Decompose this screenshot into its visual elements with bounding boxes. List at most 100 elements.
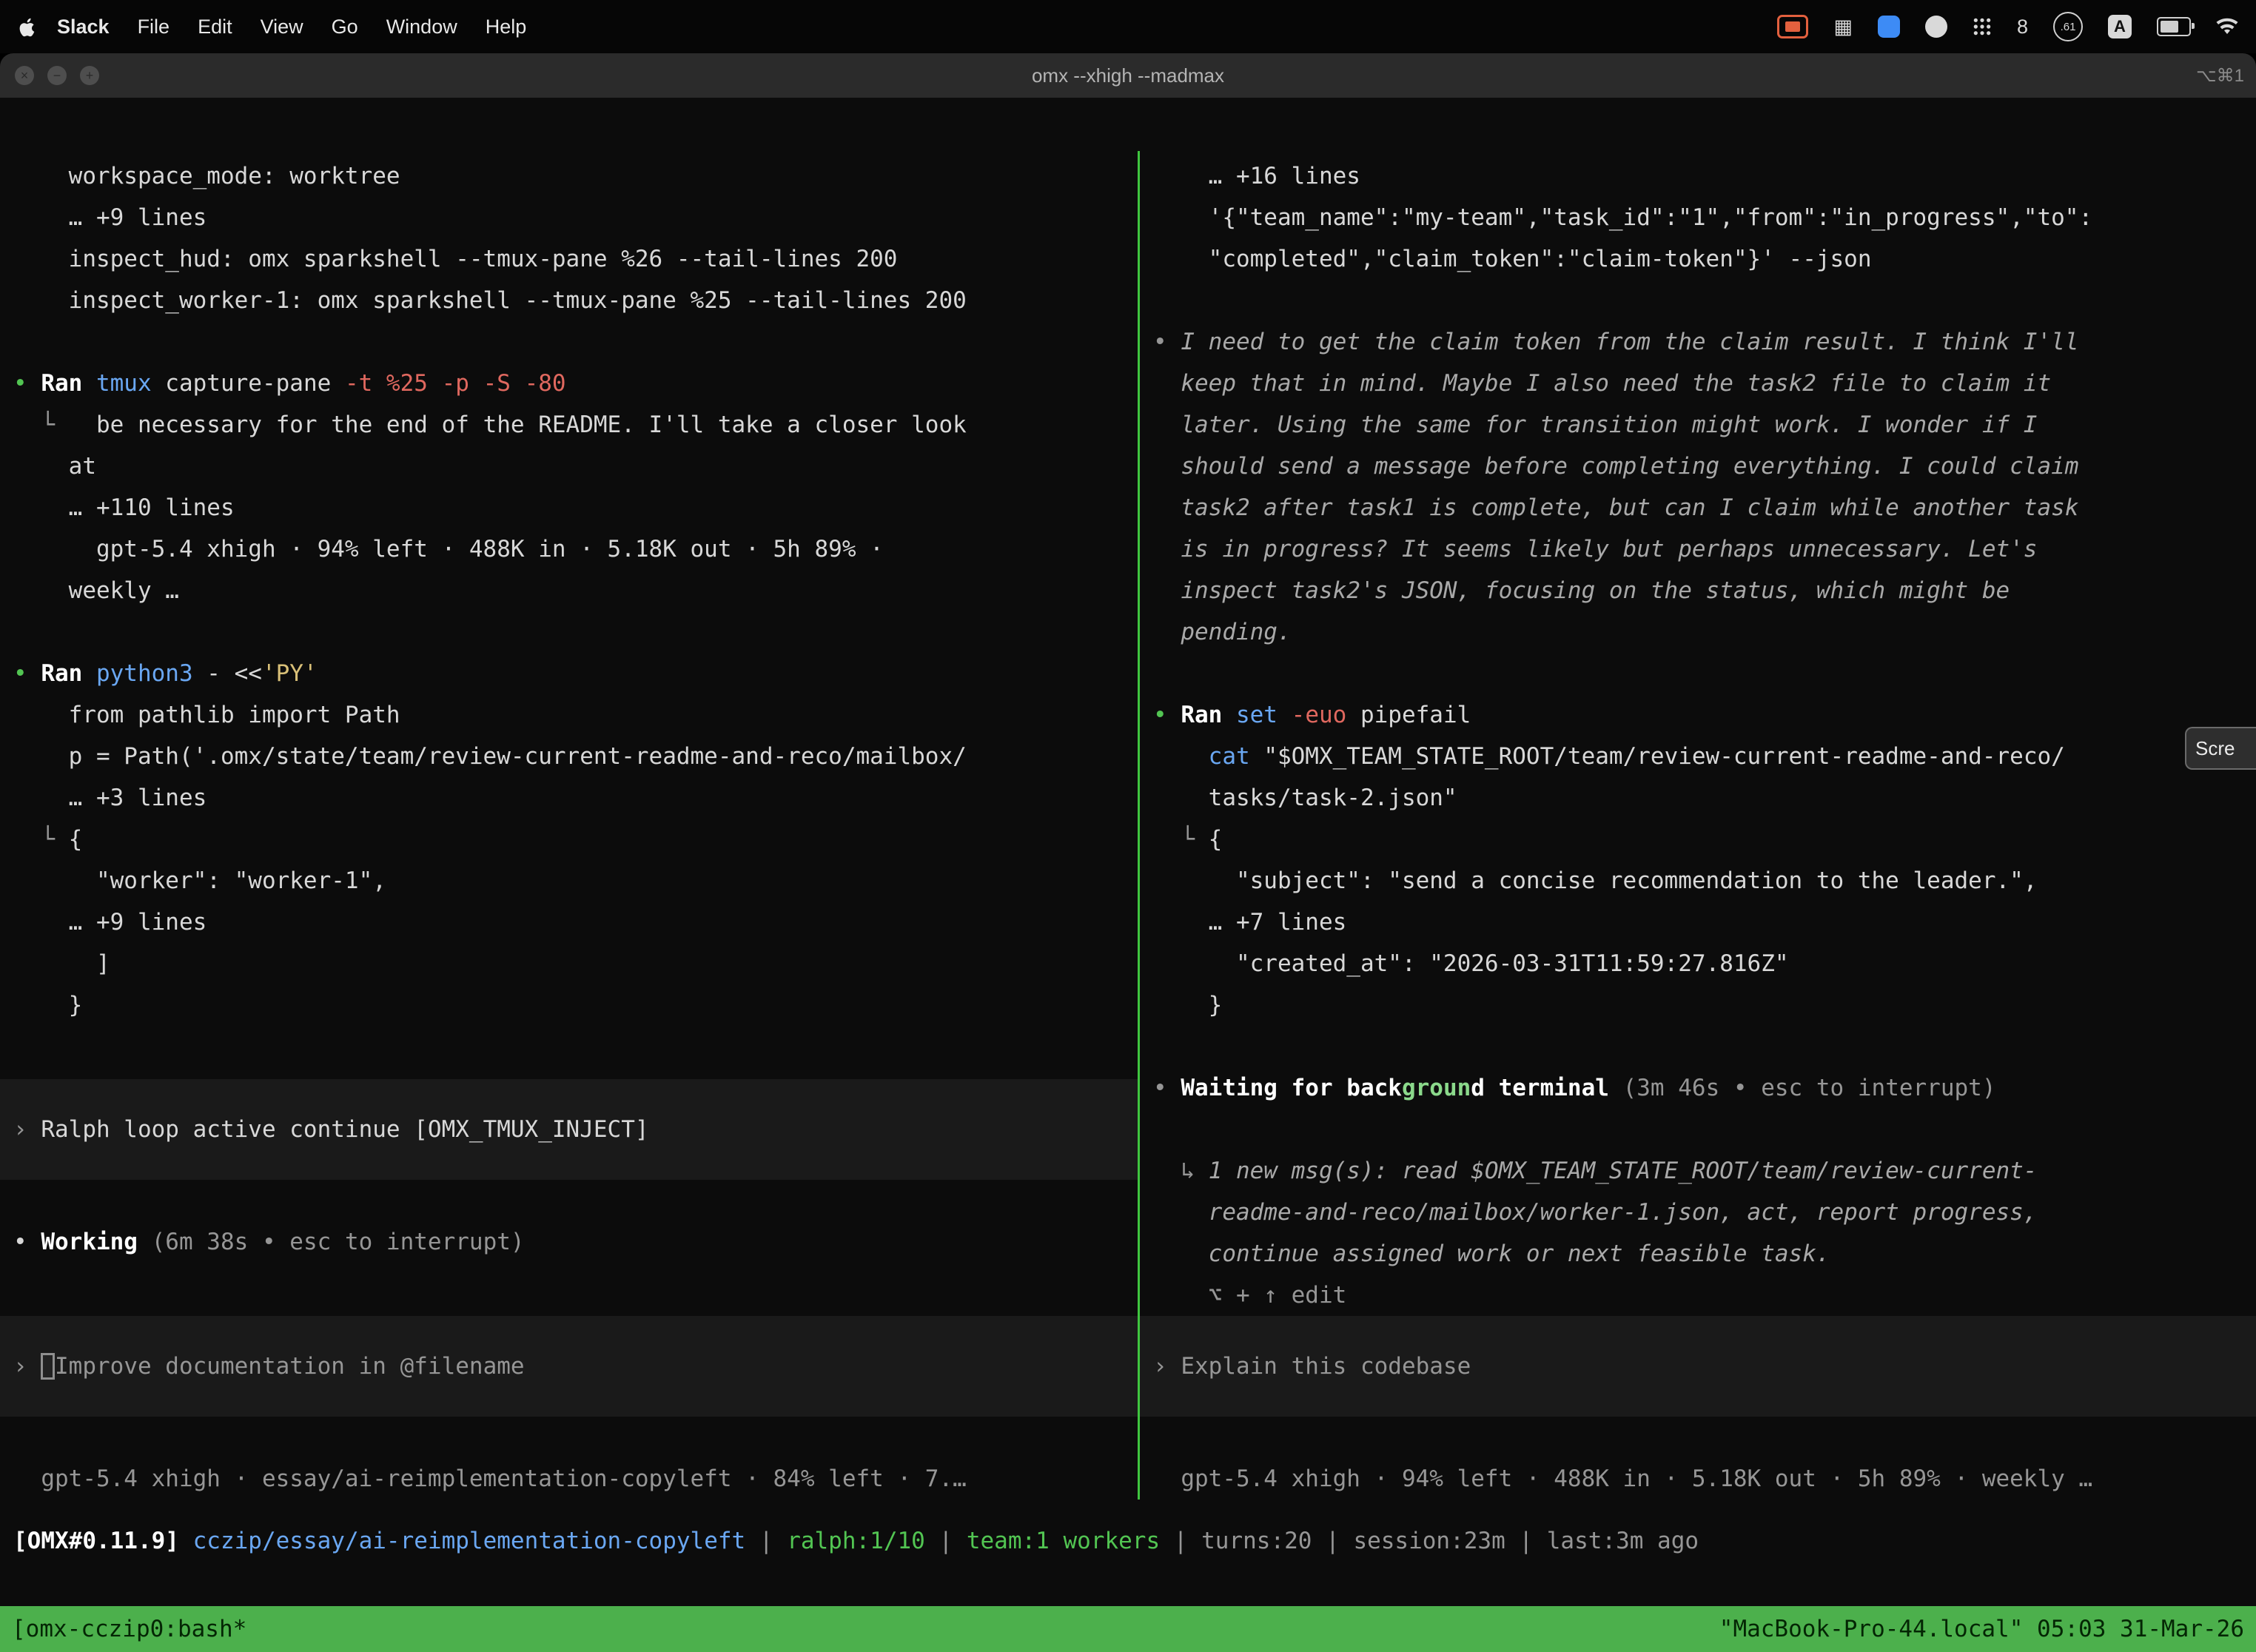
- prompt-band[interactable]: › Improve documentation in @filename: [0, 1316, 1138, 1417]
- terminal-text: is in progress? It seems likely but perh…: [1181, 536, 2037, 563]
- menu-item-help[interactable]: Help: [471, 16, 541, 38]
- terminal-line: p = Path('.omx/state/team/review-current…: [0, 736, 1138, 777]
- prompt-band[interactable]: › Ralph loop active continue [OMX_TMUX_I…: [0, 1079, 1138, 1180]
- close-button[interactable]: ×: [15, 66, 34, 85]
- omx-status-segment: team:1 workers: [967, 1528, 1160, 1554]
- terminal-line: ↳ 1 new msg(s): read $OMX_TEAM_STATE_ROO…: [1140, 1150, 2256, 1192]
- terminal-text: [1153, 453, 1181, 480]
- terminal-text: •: [1153, 1075, 1181, 1101]
- terminal-line: └ {: [1140, 819, 2256, 860]
- menu-bar: Slack File Edit View Go Window Help ▦ 8 …: [0, 0, 2256, 53]
- round-app-icon[interactable]: [1925, 16, 1947, 38]
- terminal-text: later. Using the same for transition mig…: [1181, 412, 2037, 438]
- terminal-text: ›: [1153, 1353, 1181, 1380]
- terminal-text: … +9 lines: [13, 909, 207, 936]
- terminal-text: (3m 46s • esc to interrupt): [1609, 1075, 1996, 1101]
- terminal-line: [1140, 1026, 2256, 1067]
- terminal-line: cat "$OMX_TEAM_STATE_ROOT/team/review-cu…: [1140, 736, 2256, 777]
- terminal-text: capture-pane: [152, 370, 345, 397]
- terminal-line: "worker": "worker-1",: [0, 860, 1138, 901]
- battery-icon[interactable]: [2157, 17, 2191, 36]
- terminal-text: [1153, 743, 1209, 770]
- terminal-text: [1153, 577, 1181, 604]
- pane-container: workspace_mode: worktree … +9 lines insp…: [0, 151, 2256, 1500]
- screen-share-overlay[interactable]: Scre: [2185, 727, 2256, 770]
- menu-item-file[interactable]: File: [124, 16, 184, 38]
- terminal-line: … +9 lines: [0, 901, 1138, 943]
- terminal-text: should send a message before completing …: [1181, 453, 2078, 480]
- terminal-line: › Explain this codebase: [1140, 1346, 2256, 1387]
- input-source-icon[interactable]: A: [2108, 15, 2132, 38]
- left-pane[interactable]: workspace_mode: worktree … +9 lines insp…: [0, 151, 1138, 1500]
- terminal-text: [1153, 370, 1181, 397]
- terminal-text: weekly …: [13, 577, 179, 604]
- terminal-text: Ran: [1181, 702, 1236, 728]
- terminal-line: gpt-5.4 xhigh · essay/ai-reimplementatio…: [0, 1458, 1138, 1500]
- battery-percent-badge-icon[interactable]: .61: [2053, 12, 2083, 41]
- terminal-text: "subject": "send a concise recommendatio…: [1153, 867, 2037, 894]
- omx-status-segment: cczip/essay/ai-reimplementation-copyleft: [193, 1528, 746, 1554]
- screen-recording-stop-icon[interactable]: [1777, 15, 1808, 38]
- terminal-text: … +110 lines: [13, 494, 235, 521]
- terminal-line: • Working (6m 38s • esc to interrupt): [0, 1221, 1138, 1263]
- terminal-text: -t %25 -p -S -80: [345, 370, 566, 397]
- eight-badge-icon[interactable]: 8: [2017, 16, 2028, 38]
- omx-status-segment: |: [1160, 1528, 1201, 1554]
- omx-status-segment: |: [925, 1528, 967, 1554]
- terminal-line: readme-and-reco/mailbox/worker-1.json, a…: [1140, 1192, 2256, 1233]
- terminal-text: •: [1153, 702, 1181, 728]
- terminal-text: [1153, 1199, 1209, 1226]
- terminal-text: at: [13, 453, 96, 480]
- terminal-text: Ran: [41, 660, 96, 687]
- terminal-text: ›: [13, 1116, 41, 1143]
- terminal-text: [1153, 619, 1181, 645]
- traffic-lights: × − +: [15, 66, 99, 85]
- terminal-text: [1153, 494, 1181, 521]
- terminal-line: [0, 611, 1138, 653]
- terminal-text: from pathlib import Path: [13, 702, 400, 728]
- omx-status-segment: |: [745, 1528, 787, 1554]
- terminal-text: [1153, 412, 1181, 438]
- zoom-button[interactable]: +: [80, 66, 99, 85]
- terminal-line: [0, 1180, 1138, 1221]
- menu-item-go[interactable]: Go: [318, 16, 372, 38]
- menu-item-window[interactable]: Window: [372, 16, 471, 38]
- omx-status-segment: [OMX#0.11.9]: [13, 1528, 179, 1554]
- terminal-text: gpt-5.4 xhigh · essay/ai-reimplementatio…: [13, 1465, 967, 1492]
- wifi-icon[interactable]: [2216, 18, 2238, 36]
- terminal-text: … +3 lines: [13, 785, 207, 811]
- terminal-text: └: [1153, 826, 1209, 853]
- terminal-text: └: [13, 412, 69, 438]
- minimize-button[interactable]: −: [47, 66, 67, 85]
- terminal-line: • Ran python3 - <<'PY': [0, 653, 1138, 694]
- terminal-text: cat: [1209, 743, 1250, 770]
- terminal-text: (6m 38s • esc to interrupt): [138, 1229, 525, 1255]
- terminal-line: … +110 lines: [0, 487, 1138, 528]
- title-bar[interactable]: × − + omx --xhigh --madmax ⌥⌘1: [0, 53, 2256, 98]
- right-pane[interactable]: … +16 lines '{"team_name":"my-team","tas…: [1140, 151, 2256, 1500]
- terminal-line: at: [0, 446, 1138, 487]
- menu-item-edit[interactable]: Edit: [184, 16, 246, 38]
- terminal-text: continue assigned work or next feasible …: [1209, 1240, 1830, 1267]
- menu-item-view[interactable]: View: [246, 16, 318, 38]
- prompt-band[interactable]: › Explain this codebase: [1140, 1316, 2256, 1417]
- terminal-line: inspect_hud: omx sparkshell --tmux-pane …: [0, 238, 1138, 280]
- terminal-text: … +7 lines: [1153, 909, 1346, 936]
- omx-status-segment: ralph:1/10: [787, 1528, 925, 1554]
- terminal-line: from pathlib import Path: [0, 694, 1138, 736]
- terminal-text: "worker": "worker-1",: [13, 867, 386, 894]
- blue-app-icon[interactable]: [1878, 16, 1900, 38]
- apple-menu-icon[interactable]: [18, 16, 36, 37]
- overlay-label: Scre: [2195, 737, 2235, 760]
- terminal-line: … +9 lines: [0, 197, 1138, 238]
- menu-app-name[interactable]: Slack: [43, 16, 124, 38]
- terminal-text: "completed","claim_token":"claim-token"}…: [1153, 246, 1872, 272]
- terminal-text: be necessary for the end of the README. …: [69, 412, 967, 438]
- terminal-line: • Ran set -euo pipefail: [1140, 694, 2256, 736]
- dots-grid-icon[interactable]: [1973, 17, 1992, 36]
- grid-app-icon[interactable]: ▦: [1833, 16, 1853, 38]
- omx-status-segment: session:23m: [1353, 1528, 1505, 1554]
- terminal-line: workspace_mode: worktree: [0, 155, 1138, 197]
- terminal-text: •: [13, 1229, 41, 1255]
- terminal-line: continue assigned work or next feasible …: [1140, 1233, 2256, 1275]
